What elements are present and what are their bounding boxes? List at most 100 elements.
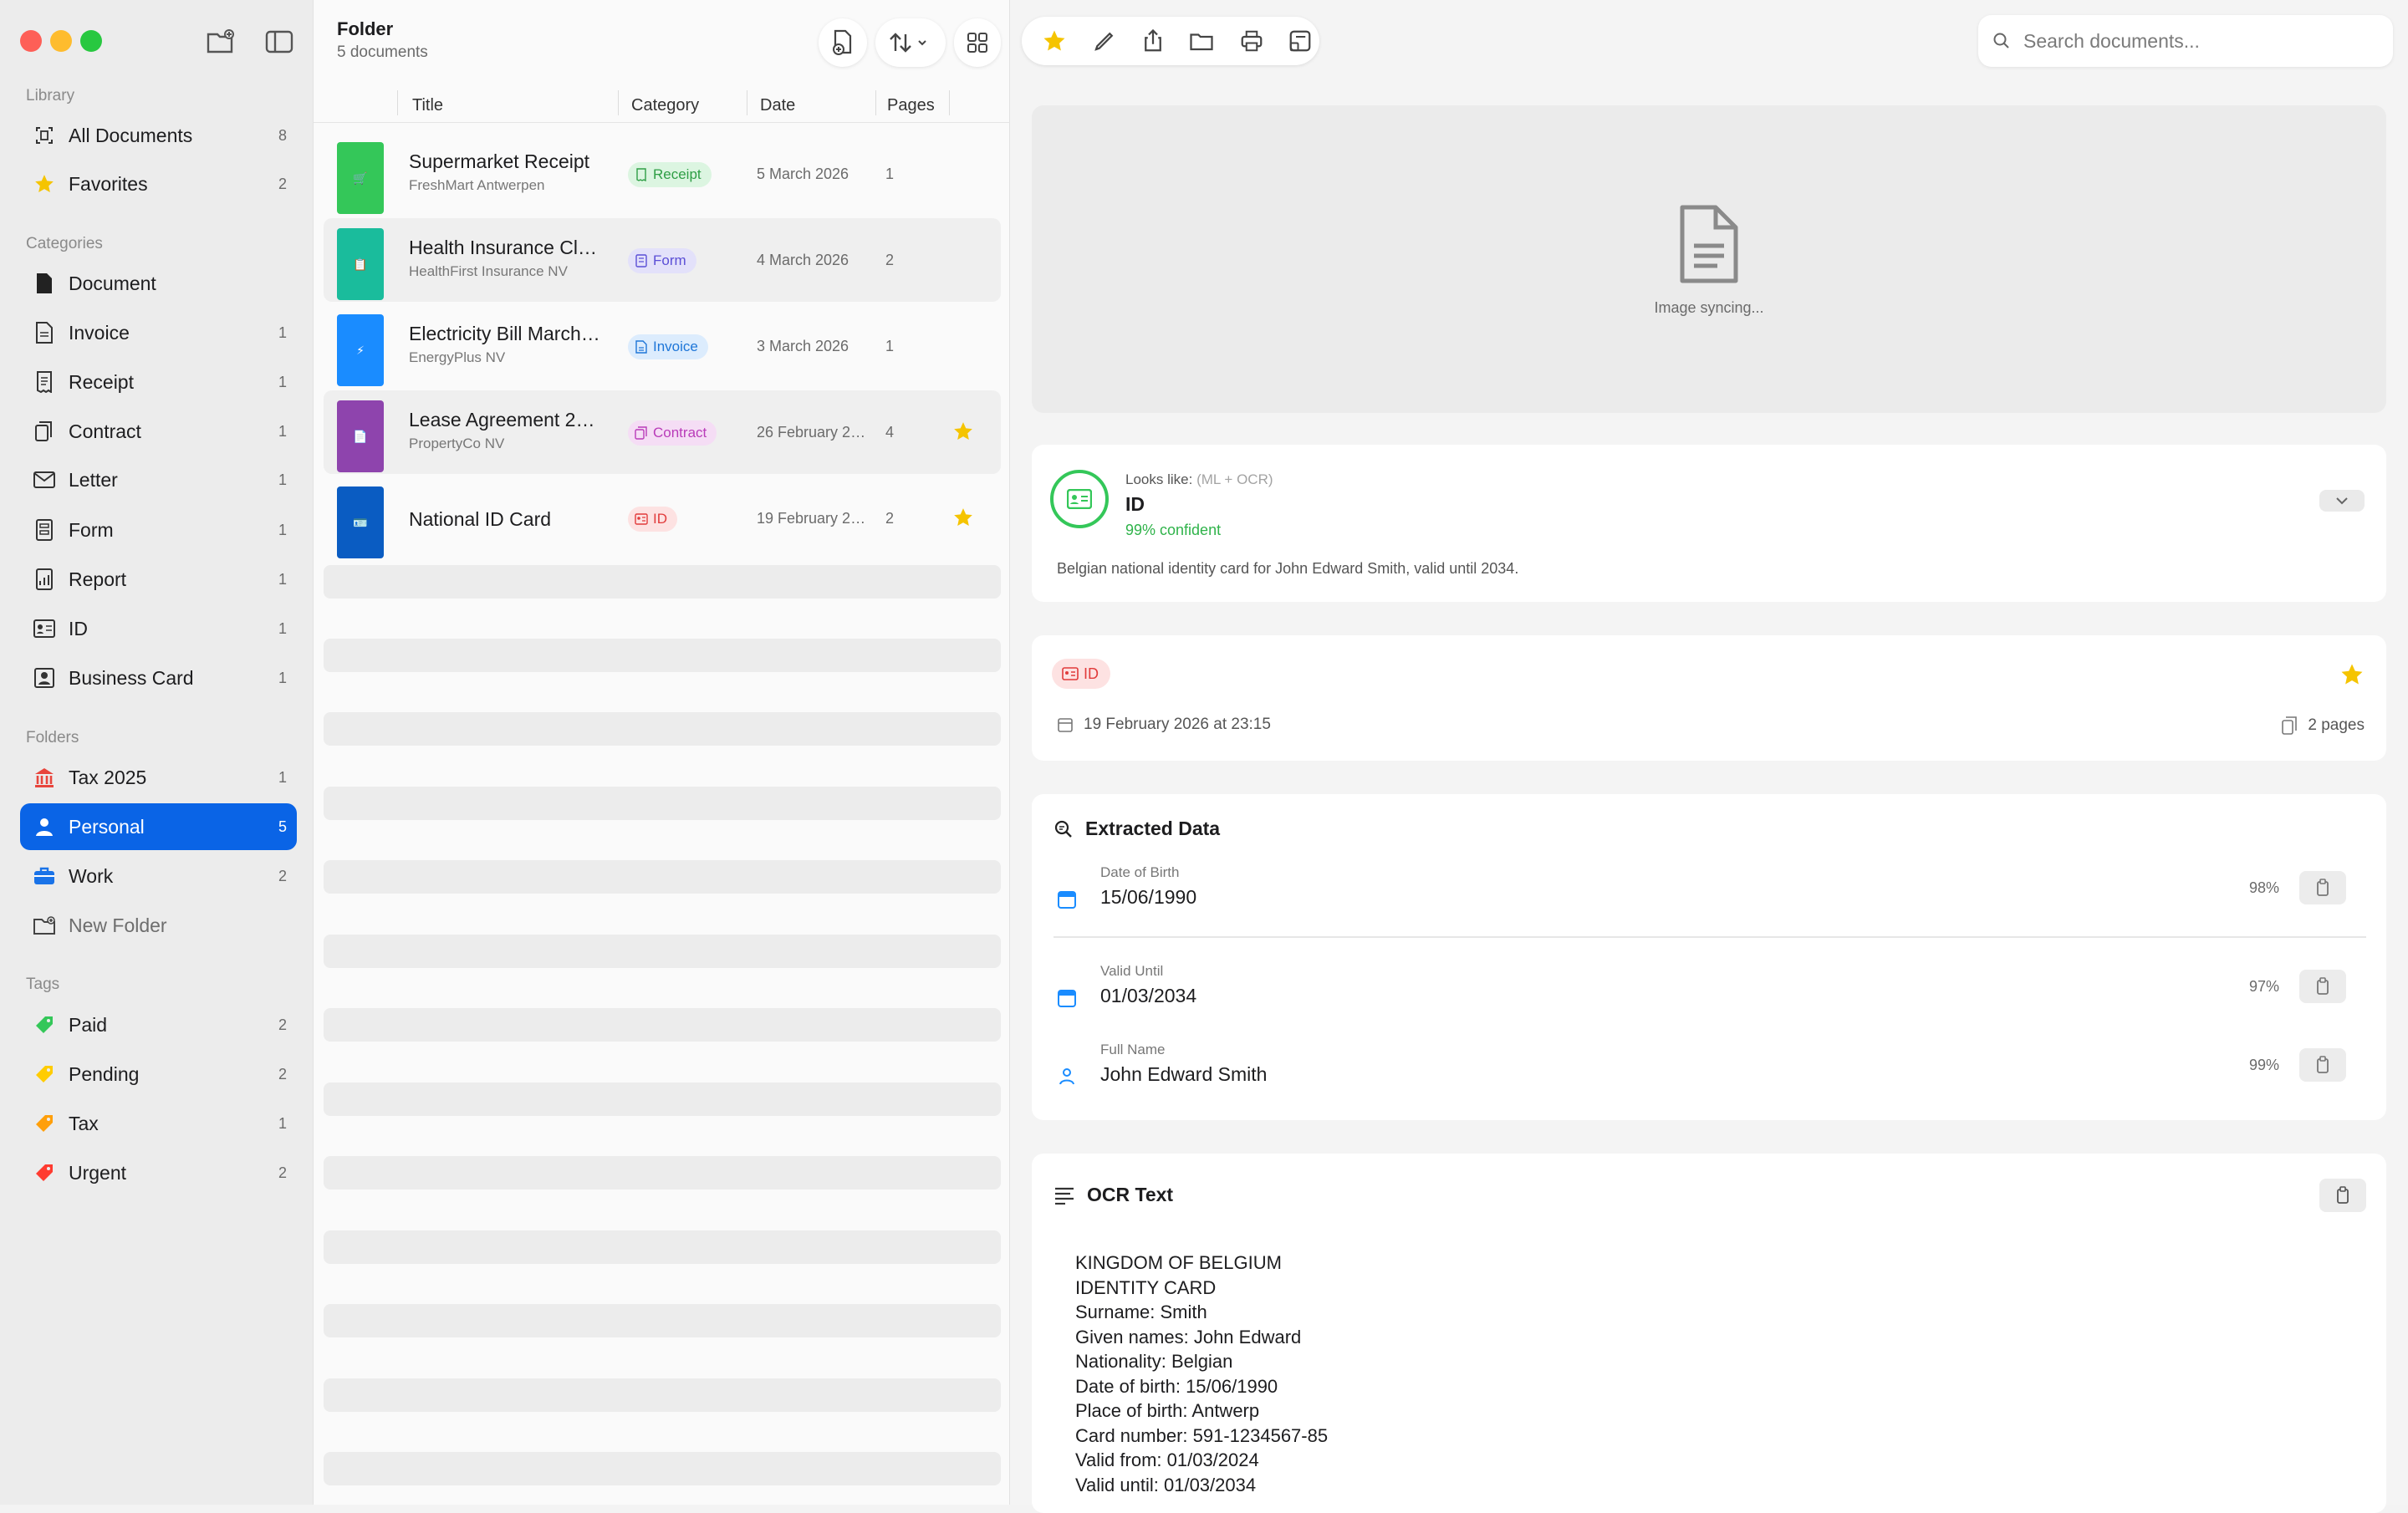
copy-icon — [2317, 1056, 2329, 1073]
table-row[interactable]: 📄 Lease Agreement 2025 PropertyCo NV Con… — [324, 390, 1001, 474]
new-document-button[interactable] — [819, 18, 867, 67]
zoom-window-button[interactable] — [80, 30, 102, 52]
search-input[interactable] — [2022, 28, 2393, 53]
sidebar-item-label: Contract — [69, 420, 141, 442]
row-date: 4 March 2026 — [757, 252, 849, 268]
pencil-icon[interactable] — [1092, 28, 1117, 53]
sidebar-item-label: Receipt — [69, 370, 134, 393]
id-card-icon — [1067, 489, 1092, 509]
column-header-title[interactable]: Title — [412, 89, 443, 122]
favorite-star-icon[interactable] — [1042, 28, 1067, 53]
extracted-data-title: Extracted Data — [1054, 818, 1220, 840]
new-folder-icon[interactable] — [204, 25, 237, 59]
grid-view-button[interactable] — [954, 18, 1001, 67]
sidebar-item-label: Document — [69, 272, 156, 294]
category-label: Receipt — [653, 166, 701, 182]
sort-arrows-icon — [890, 33, 926, 53]
sidebar-item-count: 1 — [278, 373, 287, 390]
sidebar-item-tag-paid[interactable]: Paid 2 — [20, 1001, 297, 1048]
sidebar-item-favorites[interactable]: Favorites 2 — [20, 160, 297, 207]
sidebar-item-report[interactable]: Report 1 — [20, 556, 297, 603]
sidebar-item-all-documents[interactable]: All Documents 8 — [20, 112, 297, 159]
copy-button[interactable] — [2299, 871, 2346, 904]
placeholder-row — [324, 1083, 1001, 1116]
chevron-down-icon — [2336, 497, 2348, 505]
ocr-text-body[interactable]: KINGDOM OF BELGIUM IDENTITY CARD Surname… — [1075, 1251, 1328, 1497]
column-header-pages[interactable]: Pages — [887, 89, 935, 122]
column-header-category[interactable]: Category — [631, 89, 699, 122]
favorite-star-icon[interactable] — [952, 507, 974, 528]
copy-ocr-button[interactable] — [2319, 1179, 2366, 1212]
field-value[interactable]: 01/03/2034 — [1100, 985, 1196, 1007]
sidebar-item-tag-urgent[interactable]: Urgent 2 — [20, 1149, 297, 1196]
id-card-icon — [635, 513, 648, 525]
sidebar-item-count: 1 — [278, 1114, 287, 1132]
table-row[interactable]: 📋 Health Insurance Claim HealthFirst Ins… — [324, 218, 1001, 302]
sidebar-item-label: Form — [69, 518, 114, 541]
copy-button[interactable] — [2299, 970, 2346, 1003]
new-folder-button[interactable]: New Folder — [20, 902, 297, 949]
envelope-icon — [32, 467, 57, 492]
favorite-star-icon[interactable] — [2339, 662, 2365, 687]
search-field[interactable] — [1978, 15, 2393, 67]
sidebar-item-label: Pending — [69, 1062, 140, 1085]
copy-button[interactable] — [2299, 1048, 2346, 1082]
close-window-button[interactable] — [20, 30, 42, 52]
placeholder-row — [324, 935, 1001, 968]
sidebar-item-personal[interactable]: Personal 5 — [20, 803, 297, 850]
sidebar-item-business-card[interactable]: Business Card 1 — [20, 655, 297, 701]
share-icon[interactable] — [1140, 28, 1166, 53]
sidebar-item-label: Urgent — [69, 1161, 127, 1184]
placeholder-row — [324, 1156, 1001, 1190]
row-subtitle: EnergyPlus NV — [409, 349, 506, 365]
column-header-date[interactable]: Date — [760, 89, 795, 122]
field-value[interactable]: John Edward Smith — [1100, 1063, 1267, 1086]
table-row[interactable]: 🪪 National ID Card ID 19 February 2026 2 — [324, 476, 1001, 560]
sidebar-item-id[interactable]: ID 1 — [20, 605, 297, 652]
field-confidence: 97% — [2248, 978, 2279, 995]
placeholder-row — [324, 712, 1001, 746]
row-title: Lease Agreement 2025 — [409, 409, 603, 430]
sidebar-item-invoice[interactable]: Invoice 1 — [20, 309, 297, 356]
sidebar-item-document[interactable]: Document — [20, 260, 297, 307]
folder-icon[interactable] — [1189, 28, 1214, 53]
sidebar-item-label: Work — [69, 864, 114, 887]
sidebar-item-label: ID — [69, 617, 88, 639]
sidebar-toggle-icon[interactable] — [263, 25, 296, 59]
magnifier-text-icon — [1054, 820, 1072, 838]
sidebar-item-tax-2025[interactable]: Tax 2025 1 — [20, 754, 297, 801]
sidebar-item-tag-tax[interactable]: Tax 1 — [20, 1100, 297, 1147]
favorite-star-icon[interactable] — [952, 420, 974, 442]
expand-button[interactable] — [2319, 490, 2365, 512]
section-categories: Categories — [26, 235, 103, 252]
sidebar-item-form[interactable]: Form 1 — [20, 507, 297, 553]
sort-button[interactable] — [875, 18, 946, 67]
briefcase-icon — [32, 863, 57, 889]
document-icon — [32, 271, 57, 296]
printer-icon[interactable] — [1239, 28, 1264, 53]
document-thumbnail: 📋 — [337, 228, 384, 300]
field-value[interactable]: 15/06/1990 — [1100, 886, 1196, 909]
scan-preview-icon[interactable] — [1288, 28, 1313, 53]
sidebar-item-contract[interactable]: Contract 1 — [20, 408, 297, 455]
pages-icon — [2282, 716, 2298, 735]
category-badge[interactable]: ID — [1052, 659, 1110, 689]
id-card-icon — [32, 616, 57, 641]
sidebar-item-letter[interactable]: Letter 1 — [20, 456, 297, 503]
table-row[interactable]: 🛒 Supermarket Receipt FreshMart Antwerpe… — [324, 132, 1001, 216]
confidence-ring — [1050, 470, 1109, 528]
grid-icon — [967, 33, 987, 53]
minimize-window-button[interactable] — [50, 30, 72, 52]
scan-document-icon — [32, 123, 57, 148]
row-date: 26 February 2026 — [757, 424, 870, 441]
sidebar-item-work[interactable]: Work 2 — [20, 853, 297, 899]
sidebar-item-receipt[interactable]: Receipt 1 — [20, 359, 297, 405]
sidebar-item-count: 2 — [278, 1164, 287, 1181]
category-badge: Receipt — [628, 162, 712, 187]
document-description: Belgian national identity card for John … — [1057, 560, 1519, 577]
sidebar-item-tag-pending[interactable]: Pending 2 — [20, 1051, 297, 1098]
calendar-icon — [1058, 990, 1076, 1007]
table-row[interactable]: ⚡ Electricity Bill March 2026 EnergyPlus… — [324, 304, 1001, 388]
receipt-icon — [32, 369, 57, 395]
person-icon — [1059, 1068, 1074, 1085]
